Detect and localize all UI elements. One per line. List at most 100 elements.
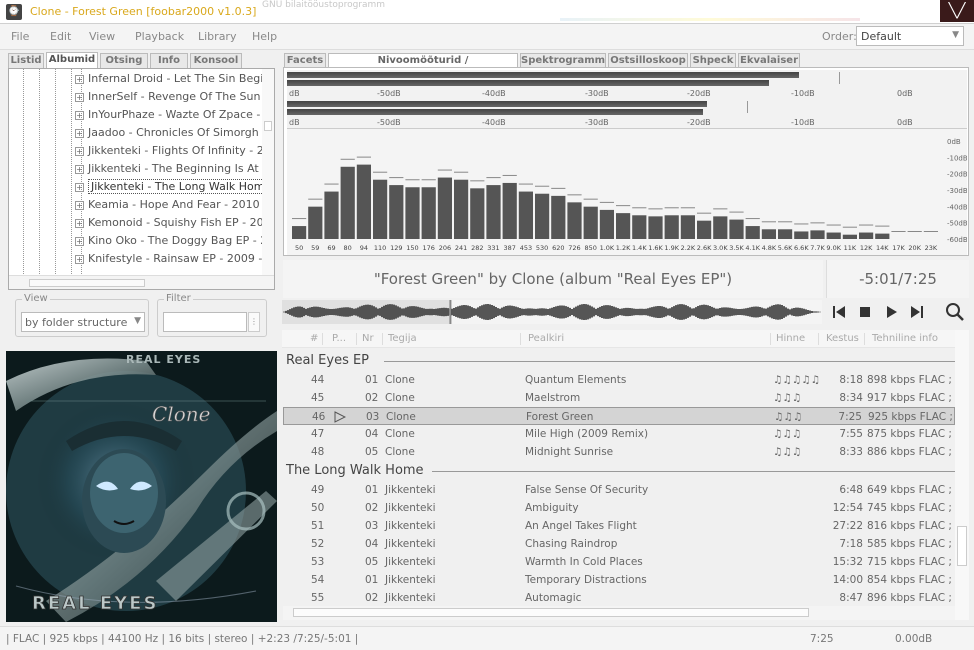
tab-info[interactable]: Info [150,53,188,68]
expand-icon[interactable]: + [75,200,84,210]
column-separator[interactable] [356,333,357,345]
playlist-row[interactable]: 49 01 Jikkenteki False Sense Of Security 6:4… [283,481,962,499]
play-icon[interactable] [880,301,902,323]
track-index: 46 [312,411,326,423]
column-playing[interactable]: P... [332,333,346,344]
spectrum-freq-label: 331 [487,244,499,252]
tree-item[interactable]: + Kino Oko - The Doggy Bag EP - 200 [75,234,274,252]
tab-ekvalaiser[interactable]: Ekvalaiser [738,53,800,68]
order-dropdown[interactable]: Default ▼ [856,26,964,46]
waveform-seekbar[interactable] [282,300,822,324]
expand-icon[interactable]: + [75,218,84,228]
expand-icon[interactable]: + [75,74,84,84]
column-title[interactable]: Pealkiri [528,333,564,344]
seek-cursor[interactable] [449,300,452,324]
tab-konsool[interactable]: Konsool [190,53,242,68]
track-rating: ♫♫♫ [773,428,802,440]
spectrum-db-label: -20dB [947,171,967,179]
playlist-row[interactable]: 45 02 Clone Maelstrom ♫♫♫ 8:34 917 kbps FLAC ;… [283,389,962,407]
tab-facets[interactable]: Facets [284,53,326,68]
expand-icon[interactable]: + [75,146,84,156]
column-rating[interactable]: Hinne [776,333,805,344]
tree-item[interactable]: + Kemonoid - Squishy Fish EP - 2009 [75,216,274,234]
previous-icon[interactable] [828,301,850,323]
scrollbar-thumb[interactable] [29,279,145,287]
playlist-row[interactable]: 44 01 Clone Quantum Elements ♫♫♫♫♫ 8:18 898 kb… [283,371,962,389]
tab-albumid[interactable]: Albumid [46,52,98,68]
tab-shpeck[interactable]: Shpeck [690,53,736,68]
tree-item[interactable]: + InnerSelf - Revenge Of The Sun - 20 [75,90,275,108]
playlist-row[interactable]: 47 04 Clone Mile High (2009 Remix) ♫♫♫ 7:55 87… [283,425,962,443]
view-dropdown[interactable]: by folder structure ▼ [21,312,145,332]
playlist-row[interactable]: 54 01 Jikkenteki Temporary Distractions 14:0… [283,571,962,589]
column-artist[interactable]: Tegija [388,333,417,344]
playlist-row[interactable]: 52 04 Jikkenteki Chasing Raindrop 7:18 585 kb… [283,535,962,553]
column-number[interactable]: # [310,333,318,344]
tab-level-meters[interactable]: Nivoomöõturid / spektrianalüsaator [328,53,518,80]
filter-input[interactable] [163,312,247,332]
stop-icon[interactable] [854,301,876,323]
scrollbar-thumb[interactable] [264,121,272,131]
tab-spektrogramm[interactable]: Spektrogramm [520,53,606,68]
tab-listid[interactable]: Listid [8,53,44,68]
menu-file[interactable]: File [11,30,29,43]
tab-otsing[interactable]: Otsing [100,53,148,68]
playlist-vertical-scrollbar[interactable] [955,330,969,620]
tree-item[interactable]: + Infernal Droid - Let The Sin Begin - [75,72,274,90]
column-separator[interactable] [322,333,323,345]
tree-item[interactable]: + InYourPhaze - Wazte Of Zpace - 201 [75,108,274,126]
playlist-row[interactable]: 51 03 Jikkenteki An Angel Takes Flight 27:22… [283,517,962,535]
expand-icon[interactable]: + [75,182,84,192]
expand-icon[interactable]: + [75,164,84,174]
spectrum-bar [713,216,728,239]
column-separator[interactable] [382,333,383,345]
spectrum-peak-marker [729,211,744,213]
foobar-app-icon[interactable]: ⌚ [6,4,22,20]
album-tree[interactable]: + Infernal Droid - Let The Sin Begin - + I… [8,68,275,290]
column-separator[interactable] [520,333,521,345]
column-duration[interactable]: Kestus [826,333,859,344]
playlist-row[interactable]: 53 05 Jikkenteki Warmth In Cold Places 15:32… [283,553,962,571]
view-value: by folder structure [25,316,128,329]
tree-item[interactable]: + Jikkenteki - The Beginning Is At The [75,162,274,180]
column-track-nr[interactable]: Nr [362,333,374,344]
tree-item[interactable]: + Keamia - Hope And Fear - 2010 - F [75,198,274,216]
tree-item[interactable]: + Jaadoo - Chronicles Of Simorgh EP [75,126,274,144]
scrollbar-thumb[interactable] [957,526,967,566]
playlist-row[interactable]: 50 02 Jikkenteki Ambiguity 12:54 745 kbps FLA… [283,499,962,517]
playlist-row[interactable]: 46 03 Clone Forest Green ♫♫♫ 7:25 925 kbps FLA… [283,407,963,425]
close-button[interactable]: ╲╱ [940,0,974,22]
seekbar[interactable] [282,300,822,324]
tree-item[interactable]: + Jikkenteki - The Long Walk Home - [75,179,274,198]
filter-options-button[interactable]: ⋮ [248,312,260,332]
playlist-group-header: Real Eyes EP [286,353,370,368]
tree-item[interactable]: + Knifestyle - Rainsaw EP - 2009 - FL/ [75,252,274,270]
spectrum-freq-label: 17K [892,244,905,252]
menu-playback[interactable]: Playback [135,30,184,43]
column-separator[interactable] [770,333,771,345]
tree-item[interactable]: + Jikkenteki - Flights Of Infinity - 200 [75,144,274,162]
playlist-row[interactable]: 55 02 Jikkenteki Automagic 8:47 896 kbps FLAC… [283,589,962,607]
playlist-row[interactable]: 48 05 Clone Midnight Sunrise ♫♫♫ 8:33 886 kbps… [283,443,962,461]
column-separator[interactable] [864,333,865,345]
playback-time: -5:01/7:25 [826,260,969,298]
tree-item-label: InnerSelf - Revenge Of The Sun - 20 [88,90,275,103]
column-separator[interactable] [818,333,819,345]
expand-icon[interactable]: + [75,236,84,246]
menu-view[interactable]: View [89,30,115,43]
expand-icon[interactable]: + [75,254,84,264]
menu-help[interactable]: Help [252,30,277,43]
search-icon[interactable] [944,301,966,323]
menu-edit[interactable]: Edit [50,30,71,43]
tree-vertical-scrollbar[interactable] [262,69,274,276]
expand-icon[interactable]: + [75,92,84,102]
next-icon[interactable] [906,301,928,323]
playlist-horizontal-scrollbar[interactable] [283,606,955,620]
tree-horizontal-scrollbar[interactable] [9,275,274,289]
menu-library[interactable]: Library [198,30,236,43]
tab-ostsilloskoop[interactable]: Ostsilloskoop [608,53,688,68]
column-tech-info[interactable]: Tehniline info [872,333,938,344]
scrollbar-thumb[interactable] [293,608,809,617]
expand-icon[interactable]: + [75,128,84,138]
expand-icon[interactable]: + [75,110,84,120]
